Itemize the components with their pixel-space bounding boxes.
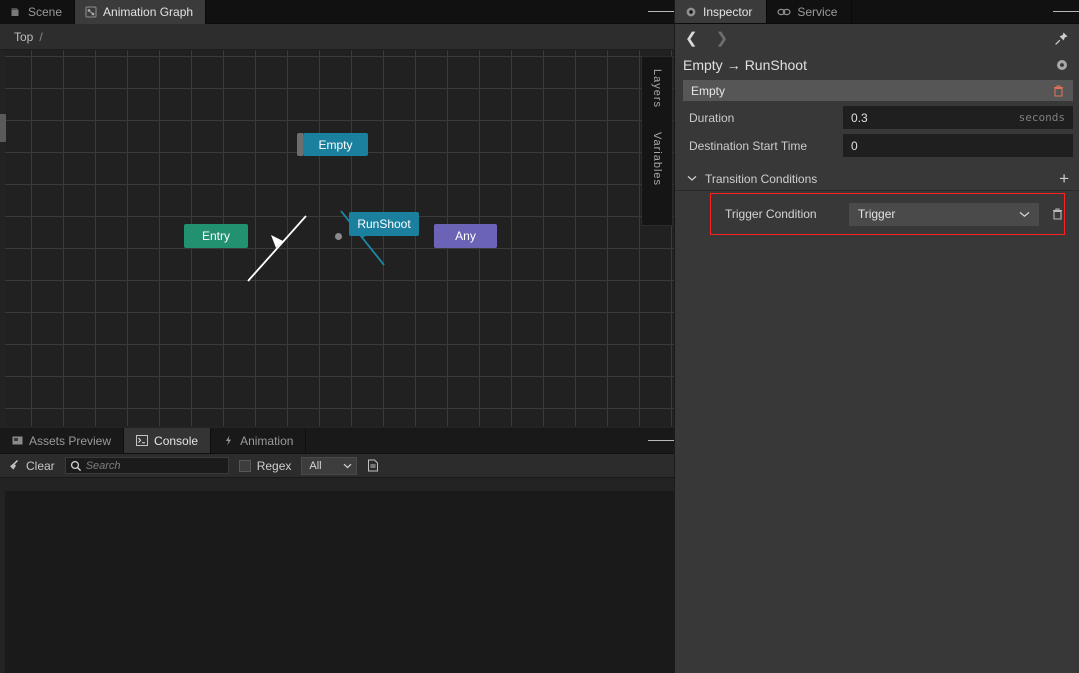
assets-icon [12,435,23,446]
graph-node-empty[interactable]: Empty [297,133,368,156]
trigger-condition-value: Trigger [857,207,896,221]
title-target: RunShoot [744,57,807,73]
graph-node-runshoot-label: RunShoot [357,217,411,231]
graph-node-empty-label: Empty [318,137,353,152]
state-name-bar[interactable]: Empty [683,80,1073,101]
log-file-button[interactable] [367,459,379,472]
tab-animation-label: Animation [240,433,294,448]
tab-assets-preview[interactable]: Assets Preview [0,428,125,453]
inspector-menu-button[interactable] [1053,0,1079,23]
side-tab-layers-label: Layers [651,69,663,109]
nav-forward-button[interactable]: ❯ [716,31,729,46]
side-tab-variables[interactable]: Variables [651,120,663,198]
app-window: Scene Animation Graph Top / Empty Entry … [0,0,1079,673]
title-source: Empty [683,57,723,73]
console-toolbar: Clear Regex All [0,454,674,478]
delete-state-trash-icon[interactable] [1052,84,1065,98]
bottom-panel: Assets Preview Console Animation Clear S… [0,428,675,673]
tab-service[interactable]: Service [767,0,853,23]
search-icon [70,460,82,472]
animation-graph-canvas[interactable]: Empty Entry RunShoot Any Layers Variable… [5,50,674,426]
main-editor-column: Scene Animation Graph Top / Empty Entry … [0,0,675,673]
graph-side-tabs: Layers Variables [641,56,673,226]
inspector-nav: ❮ ❯ [675,24,1079,52]
regex-toggle[interactable]: Regex [238,458,292,473]
bottom-panel-tabstrip: Assets Preview Console Animation [0,428,675,454]
property-row-duration: Duration 0.3 seconds [675,106,1073,129]
inspector-panel: Inspector Service ❮ ❯ Empty → RunShoot E… [675,0,1079,673]
console-output[interactable] [5,491,674,673]
delete-condition-trash-icon[interactable] [1051,207,1064,221]
property-row-destination-start-time: Destination Start Time 0 [675,134,1073,157]
duration-value: 0.3 [851,110,868,125]
duration-field[interactable]: 0.3 seconds [843,106,1073,129]
animation-icon [223,435,234,446]
search-input[interactable] [85,459,228,472]
title-arrow: → [726,57,741,73]
tab-console-label: Console [154,433,199,448]
tab-inspector[interactable]: Inspector [675,0,768,23]
tab-inspector-label: Inspector [703,4,753,19]
side-tab-variables-label: Variables [651,132,663,187]
broom-icon [8,459,21,472]
chevron-down-icon [343,463,352,469]
bottom-panel-menu-button[interactable] [648,428,675,453]
graph-node-runshoot[interactable]: RunShoot [349,212,419,236]
console-icon [136,435,149,446]
tab-service-label: Service [797,4,838,19]
state-name-label: Empty [691,83,726,98]
console-search[interactable] [64,457,229,474]
editor-tabstrip: Scene Animation Graph [0,0,675,24]
add-condition-button[interactable]: + [1059,170,1069,187]
inspector-title-row: Empty → RunShoot [675,52,1079,78]
link-icon [777,7,791,17]
tab-scene[interactable]: Scene [0,0,76,24]
breadcrumb: Top / [0,24,674,50]
inspector-tabstrip: Inspector Service [675,0,1079,24]
nav-back-button[interactable]: ❮ [685,31,698,46]
tab-animation[interactable]: Animation [211,428,307,453]
tab-console[interactable]: Console [124,428,212,453]
clear-button-label: Clear [26,458,55,473]
transition-conditions-header[interactable]: Transition Conditions + [675,167,1079,191]
scene-icon [10,6,22,18]
duration-unit: seconds [1018,111,1065,124]
node-handle-icon[interactable] [297,133,303,156]
log-level-select[interactable]: All [301,456,358,475]
regex-checkbox[interactable] [238,459,251,472]
destination-start-time-label: Destination Start Time [689,138,808,153]
log-file-icon [367,459,379,472]
gear-icon [685,6,697,18]
chevron-down-icon[interactable] [687,175,697,182]
tab-animation-graph-label: Animation Graph [103,5,194,19]
page-title: Empty → RunShoot [683,57,807,73]
transition-conditions-title: Transition Conditions [705,171,818,186]
pin-icon[interactable] [1054,31,1069,46]
destination-start-time-value: 0 [851,138,858,153]
graph-node-entry-label: Entry [201,229,230,243]
panel-resize-handle[interactable] [0,114,6,142]
graph-node-any[interactable]: Any [434,224,497,248]
graph-node-entry[interactable]: Entry [184,224,248,248]
chevron-down-icon [1019,211,1030,218]
tab-scene-label: Scene [28,5,63,19]
clear-button[interactable]: Clear [8,459,55,473]
duration-label: Duration [689,110,735,125]
tab-assets-preview-label: Assets Preview [29,433,112,448]
trigger-condition-label: Trigger Condition [725,207,817,221]
side-tab-layers[interactable]: Layers [651,57,663,120]
regex-label: Regex [256,458,292,473]
editor-menu-button[interactable] [648,0,675,23]
graph-node-any-label: Any [455,229,476,243]
graph-node-dot [335,233,342,240]
tab-animation-graph[interactable]: Animation Graph [75,0,207,24]
animation-graph-icon [85,6,97,18]
breadcrumb-separator: / [39,29,43,44]
inspector-settings-gear-icon[interactable] [1055,58,1069,72]
trigger-condition-row: Trigger Condition Trigger [710,193,1065,235]
log-level-value: All [309,459,322,472]
trigger-condition-select[interactable]: Trigger [848,202,1039,226]
breadcrumb-root[interactable]: Top [14,30,33,44]
destination-start-time-field[interactable]: 0 [843,134,1073,157]
